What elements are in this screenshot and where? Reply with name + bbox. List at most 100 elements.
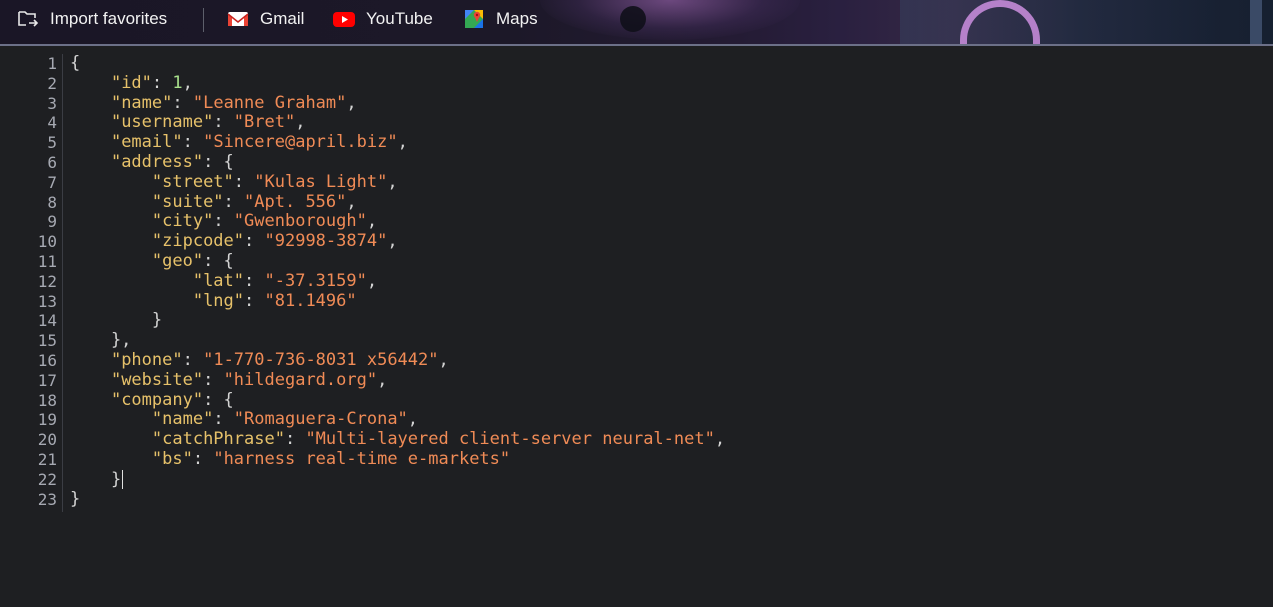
line-number: 5 [47, 133, 57, 153]
line-number: 19 [37, 410, 57, 430]
import-favorites-icon [16, 7, 40, 31]
json-punctuation: , [407, 409, 419, 430]
json-key: "zipcode" [151, 231, 245, 252]
json-punctuation: : [172, 92, 193, 113]
line-number: 17 [37, 370, 57, 390]
json-punctuation: , [295, 112, 306, 133]
json-punctuation [70, 251, 152, 271]
json-punctuation: : [244, 231, 265, 252]
code-line[interactable]: "username": "Bret", [70, 112, 306, 133]
code-editor[interactable]: 1 2 3 4 5 6 7 8 9 10 11 12 13 14 15 16 17 18 19 20 21 22 23 { … [0, 48, 1273, 607]
json-punctuation: : [233, 171, 255, 192]
json-punctuation: } [70, 469, 122, 490]
json-punctuation: , [346, 191, 357, 212]
json-punctuation: : { [203, 251, 234, 271]
youtube-icon [332, 7, 356, 31]
json-punctuation: , [387, 231, 398, 252]
json-punctuation [70, 449, 152, 469]
line-number: 21 [37, 450, 57, 469]
json-key: "street" [151, 171, 234, 192]
json-key: "suite" [151, 191, 224, 212]
line-number: 3 [47, 93, 57, 113]
code-line[interactable]: "address": { [70, 152, 234, 173]
line-number: 18 [37, 390, 57, 410]
json-key: "username" [110, 112, 214, 133]
line-number: 7 [47, 172, 57, 192]
code-line[interactable]: "id": 1, [70, 72, 193, 94]
line-number: 20 [37, 430, 57, 450]
code-line[interactable]: "geo": { [70, 251, 234, 272]
json-punctuation [70, 390, 111, 410]
line-number: 22 [37, 469, 57, 489]
background-decoration [540, 0, 800, 40]
bookmark-youtube-label: YouTube [366, 9, 433, 28]
line-number: 2 [47, 73, 57, 93]
json-punctuation: : [213, 409, 234, 430]
code-line[interactable]: "email": "Sincere@april.biz", [70, 132, 408, 153]
code-line[interactable]: } [70, 469, 124, 490]
code-line[interactable]: "city": "Gwenborough", [70, 211, 377, 232]
background-decoration [620, 6, 646, 32]
code-line[interactable]: "name": "Romaguera-Crona", [70, 409, 419, 430]
json-key: "website" [110, 369, 204, 390]
code-line[interactable]: "catchPhrase": "Multi-layered client-ser… [70, 429, 726, 450]
maps-icon [462, 7, 486, 31]
import-favorites-button[interactable]: Import favorites [16, 0, 167, 38]
json-punctuation: : [182, 132, 204, 153]
json-string: "Leanne Graham" [192, 92, 347, 113]
line-number: 9 [47, 212, 57, 232]
code-line[interactable]: "street": "Kulas Light", [70, 171, 398, 193]
json-punctuation: , [397, 132, 408, 153]
code-line[interactable]: "lng": "81.1496" [70, 290, 357, 312]
line-number: 8 [47, 192, 57, 212]
json-string: "Romaguera-Crona" [233, 409, 408, 430]
json-punctuation: , [714, 429, 726, 450]
json-punctuation: : [223, 191, 245, 212]
code-line[interactable]: "zipcode": "92998-3874", [70, 231, 398, 252]
json-punctuation: , [377, 369, 388, 390]
json-punctuation: : [244, 290, 265, 311]
code-line[interactable]: "lat": "-37.3159", [70, 270, 377, 292]
json-punctuation: : { [203, 389, 234, 410]
json-string: "Apt. 556" [244, 191, 347, 212]
line-number: 12 [37, 271, 57, 291]
json-punctuation: } [70, 310, 163, 331]
background-decoration [1250, 0, 1262, 46]
json-string: "-37.3159" [264, 270, 367, 291]
json-punctuation [70, 370, 111, 390]
json-punctuation [70, 429, 152, 449]
json-punctuation: : [182, 350, 204, 370]
json-punctuation: { [70, 53, 81, 73]
code-line[interactable]: { [70, 53, 81, 74]
json-punctuation: }, [70, 330, 132, 351]
json-key: "company" [110, 389, 204, 410]
code-line[interactable]: } [70, 489, 80, 510]
code-line[interactable]: }, [70, 330, 132, 351]
json-punctuation: , [438, 350, 449, 370]
json-number: 1 [172, 72, 183, 93]
json-punctuation [70, 152, 111, 172]
code-line[interactable]: "company": { [70, 389, 234, 411]
json-string: "Kulas Light" [254, 171, 388, 192]
json-punctuation: : [203, 369, 224, 390]
code-line[interactable]: "bs": "harness real-time e-markets" [70, 449, 510, 470]
json-punctuation: : [213, 112, 234, 133]
code-line[interactable]: "name": "Leanne Graham", [70, 92, 357, 114]
line-number: 10 [37, 232, 57, 252]
json-punctuation [70, 192, 152, 212]
json-punctuation [70, 211, 152, 231]
bookmark-gmail[interactable]: Gmail [226, 0, 304, 38]
bookmark-maps[interactable]: Maps [462, 0, 538, 38]
json-string: "92998-3874" [264, 231, 388, 252]
json-punctuation: : [151, 72, 173, 93]
bookmark-maps-label: Maps [496, 9, 538, 28]
bookmark-youtube[interactable]: YouTube [332, 0, 433, 38]
code-line[interactable]: } [70, 310, 163, 331]
bookmarks-bar: Import favorites Gmail YouTube Maps [0, 0, 1273, 46]
code-line[interactable]: "website": "hildegard.org", [70, 369, 388, 391]
code-line[interactable]: "phone": "1-770-736-8031 x56442", [70, 350, 449, 371]
json-key: "id" [110, 72, 152, 93]
code-line[interactable]: "suite": "Apt. 556", [70, 191, 357, 213]
json-key: "name" [110, 92, 173, 113]
line-number: 4 [47, 113, 57, 133]
